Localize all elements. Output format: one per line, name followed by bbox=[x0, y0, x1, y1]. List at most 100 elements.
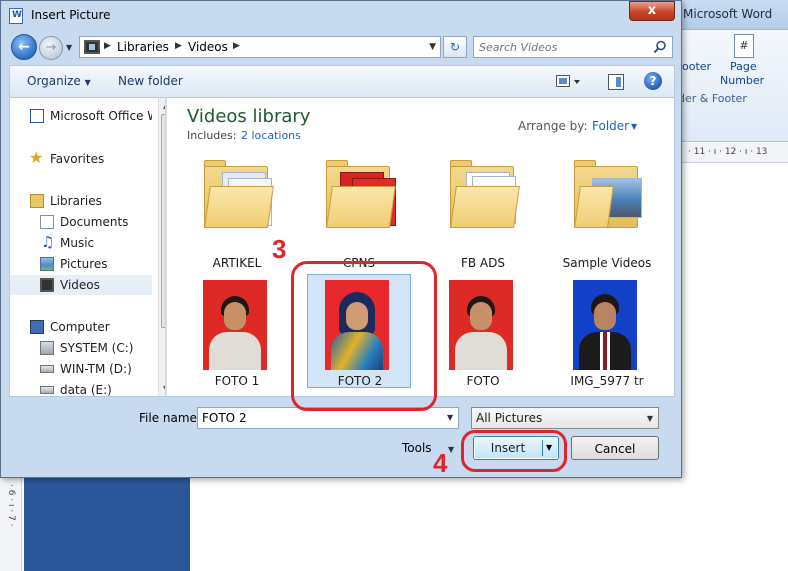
address-dropdown-icon[interactable]: ▼ bbox=[429, 42, 436, 52]
search-icon[interactable] bbox=[653, 40, 667, 54]
chevron-down-icon[interactable]: ▼ bbox=[447, 413, 453, 422]
chevron-down-icon[interactable]: ▼ bbox=[448, 445, 454, 454]
help-button[interactable]: ? bbox=[644, 72, 662, 90]
scroll-up-icon[interactable]: ▲ bbox=[163, 101, 165, 110]
nav-item-computer[interactable]: Computer bbox=[10, 317, 152, 337]
nav-item-libraries[interactable]: Libraries bbox=[10, 191, 152, 211]
breadcrumb-arrow-icon[interactable]: ▶ bbox=[175, 41, 182, 51]
scroll-down-icon[interactable]: ▼ bbox=[163, 384, 165, 393]
nav-item-pictures[interactable]: Pictures bbox=[10, 254, 152, 274]
preview-pane-icon[interactable] bbox=[608, 74, 624, 90]
arrange-by-dropdown[interactable]: Folder bbox=[592, 119, 629, 133]
videos-icon bbox=[40, 278, 54, 292]
nav-item-label: Microsoft Office W bbox=[50, 109, 152, 123]
back-button[interactable]: ← bbox=[11, 34, 37, 60]
navigation-pane[interactable]: Microsoft Office W ★ Favorites Libraries… bbox=[9, 97, 165, 397]
new-folder-button[interactable]: New folder bbox=[118, 74, 183, 88]
annotation-ring-step-3 bbox=[291, 261, 437, 411]
library-includes-label: Includes: bbox=[187, 129, 237, 142]
chevron-down-icon: ▼ bbox=[646, 414, 653, 423]
breadcrumb-libraries[interactable]: Libraries bbox=[117, 40, 169, 54]
page-number-button[interactable]: Page bbox=[730, 60, 757, 73]
photo-thumbnail bbox=[203, 280, 267, 370]
folder-fb-ads[interactable]: FB ADS bbox=[431, 156, 535, 270]
nav-item-label: Pictures bbox=[60, 257, 108, 271]
videos-location-icon bbox=[84, 40, 100, 54]
nav-item-music[interactable]: ♫ Music bbox=[10, 233, 152, 253]
photo-img-5977[interactable]: IMG_5977 tr bbox=[555, 274, 659, 388]
word-navigation-panel bbox=[24, 478, 190, 571]
recent-pages-dropdown-icon[interactable]: ▼ bbox=[66, 43, 72, 52]
file-type-select[interactable]: All Pictures ▼ bbox=[471, 407, 659, 429]
tools-button[interactable]: Tools bbox=[402, 441, 432, 455]
word-doc-icon bbox=[30, 109, 44, 123]
drive-icon bbox=[40, 341, 54, 355]
footer-button[interactable]: ooter bbox=[682, 60, 711, 73]
header-footer-group-label: der & Footer bbox=[678, 92, 747, 105]
file-name-label: File name: bbox=[139, 411, 201, 425]
folder-cpns[interactable]: CPNS bbox=[307, 156, 411, 270]
forward-button[interactable]: → bbox=[39, 36, 63, 60]
folder-icon bbox=[572, 160, 642, 230]
annotation-ring-step-4 bbox=[461, 430, 567, 472]
breadcrumb-arrow-icon[interactable]: ▶ bbox=[104, 41, 111, 51]
nav-item-label: Videos bbox=[60, 278, 100, 292]
search-box[interactable] bbox=[473, 36, 673, 58]
documents-icon bbox=[40, 215, 54, 229]
nav-item-favorites[interactable]: ★ Favorites bbox=[10, 149, 152, 169]
horizontal-ruler: · 11 · ı · 12 · ı · 13 bbox=[676, 143, 788, 163]
library-title: Videos library bbox=[187, 106, 311, 127]
music-icon: ♫ bbox=[41, 233, 55, 251]
nav-item-win-tm-d[interactable]: WIN-TM (D:) bbox=[10, 359, 152, 379]
file-type-value: All Pictures bbox=[476, 411, 543, 425]
drive-icon bbox=[40, 365, 54, 373]
star-icon: ★ bbox=[29, 149, 44, 167]
nav-item-label: Music bbox=[60, 236, 95, 250]
page-number-icon: # bbox=[734, 34, 754, 58]
folder-icon bbox=[448, 160, 520, 230]
folder-icon bbox=[202, 160, 274, 230]
nav-pane-scrollbar[interactable]: ▲ ▼ bbox=[158, 98, 165, 396]
nav-item-videos[interactable]: Videos bbox=[10, 275, 152, 295]
folder-sample-videos[interactable]: Sample Videos bbox=[555, 156, 659, 270]
search-input[interactable] bbox=[477, 38, 647, 56]
breadcrumb-videos[interactable]: Videos bbox=[188, 40, 228, 54]
word-ribbon: ooter # Page Number der & Footer bbox=[676, 30, 788, 142]
breadcrumb-arrow-icon[interactable]: ▶ bbox=[233, 41, 240, 51]
nav-item-documents[interactable]: Documents bbox=[10, 212, 152, 232]
nav-item-label: Libraries bbox=[50, 194, 102, 208]
organize-label: Organize bbox=[27, 74, 81, 88]
chevron-down-icon[interactable]: ▼ bbox=[631, 122, 637, 131]
photo-thumbnail bbox=[573, 280, 637, 370]
tile-label: FOTO bbox=[466, 374, 500, 388]
computer-icon bbox=[30, 320, 44, 334]
nav-item-data-e[interactable]: data (E:) bbox=[10, 380, 152, 397]
nav-item-label: Favorites bbox=[50, 152, 105, 166]
views-icon bbox=[556, 75, 580, 87]
folder-icon bbox=[324, 160, 396, 230]
libraries-icon bbox=[30, 194, 44, 208]
scroll-thumb[interactable] bbox=[161, 114, 165, 328]
tile-label: Sample Videos bbox=[562, 256, 652, 270]
change-view-button[interactable] bbox=[556, 74, 584, 90]
cancel-button[interactable]: Cancel bbox=[571, 436, 659, 460]
nav-item-label: data (E:) bbox=[60, 383, 112, 397]
close-button[interactable]: x bbox=[629, 1, 675, 21]
organize-button[interactable]: Organize ▼ bbox=[27, 74, 91, 88]
photo-foto[interactable]: FOTO bbox=[431, 274, 535, 388]
page-number-label: Number bbox=[720, 74, 765, 87]
nav-item-label: Computer bbox=[50, 320, 110, 334]
address-bar[interactable]: ▶ Libraries ▶ Videos ▶ ▼ bbox=[79, 36, 441, 58]
word-document-area[interactable] bbox=[676, 164, 788, 571]
dialog-titlebar[interactable]: Insert Picture x bbox=[1, 1, 681, 31]
refresh-button[interactable]: ↻ bbox=[443, 36, 467, 58]
nav-item-label: Documents bbox=[60, 215, 129, 229]
nav-item-microsoft-office[interactable]: Microsoft Office W bbox=[10, 106, 152, 126]
chevron-down-icon: ▼ bbox=[84, 78, 91, 87]
arrange-by-label: Arrange by: bbox=[518, 119, 588, 133]
word-title: Microsoft Word bbox=[683, 7, 773, 21]
photo-foto-1[interactable]: FOTO 1 bbox=[185, 274, 289, 388]
pictures-icon bbox=[40, 257, 54, 271]
library-locations-link[interactable]: 2 locations bbox=[241, 129, 301, 142]
nav-item-system-c[interactable]: SYSTEM (C:) bbox=[10, 338, 152, 358]
